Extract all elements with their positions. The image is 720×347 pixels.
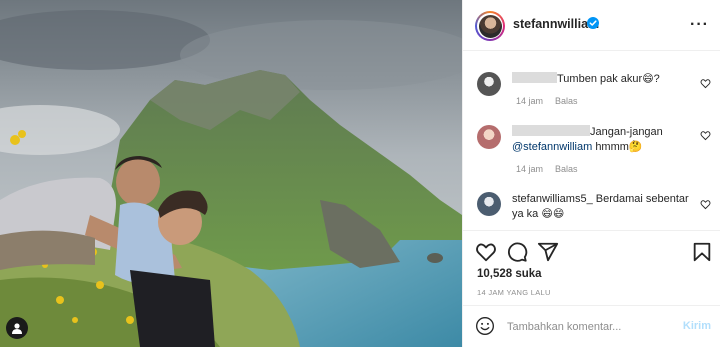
author-avatar[interactable] bbox=[475, 11, 505, 41]
heart-icon[interactable] bbox=[475, 241, 497, 263]
redacted-username bbox=[512, 125, 590, 136]
reply-button[interactable]: Balas bbox=[555, 164, 578, 174]
comment-mention[interactable]: @stefannwilliam bbox=[512, 141, 592, 153]
commenter-avatar[interactable] bbox=[477, 72, 501, 96]
comment-item: Tumben pak akur😄? 14 jam Balas bbox=[477, 72, 717, 112]
photo-scene bbox=[0, 0, 462, 347]
share-icon[interactable] bbox=[537, 241, 559, 263]
comment-text: Tumben pak akur😄? bbox=[557, 73, 660, 85]
commenter-avatar[interactable] bbox=[477, 192, 501, 216]
post-side-panel: stefannwilliam ··· Tumben pak akur😄? 14 … bbox=[462, 0, 720, 347]
redacted-username bbox=[512, 72, 557, 83]
like-count[interactable]: 10,528 suka bbox=[477, 268, 542, 280]
post-comment-button[interactable]: Kirim bbox=[683, 320, 711, 332]
post-photo[interactable] bbox=[0, 0, 462, 347]
reply-button[interactable]: Balas bbox=[555, 96, 578, 106]
comment-meta: 14 jam Balas bbox=[516, 164, 578, 174]
comment-text-block: Tumben pak akur😄? bbox=[512, 72, 690, 87]
verified-badge-icon bbox=[587, 17, 599, 29]
bookmark-icon[interactable] bbox=[691, 241, 713, 263]
comment-time: 14 jam bbox=[516, 164, 544, 174]
comment-icon[interactable] bbox=[506, 241, 528, 263]
comment-text-block: stefanwilliams5_ Berdamai sebentar ya ka… bbox=[512, 192, 690, 222]
add-comment-bar: Kirim bbox=[463, 305, 720, 347]
comment-item: Jangan-jangan @stefannwilliam hmmm🤔 14 j… bbox=[477, 125, 717, 180]
commenter-avatar[interactable] bbox=[477, 125, 501, 149]
comment-text: Jangan-jangan bbox=[590, 126, 663, 138]
comment-like-heart-icon[interactable] bbox=[700, 78, 711, 89]
comment-text-block: Jangan-jangan @stefannwilliam hmmm🤔 bbox=[512, 125, 690, 155]
author-avatar-image bbox=[478, 14, 502, 38]
tagged-people-button[interactable] bbox=[6, 317, 28, 339]
comment-meta: 14 jam Balas bbox=[516, 96, 578, 106]
comment-input[interactable] bbox=[507, 318, 667, 336]
smiley-icon[interactable] bbox=[475, 316, 495, 336]
post-header: stefannwilliam ··· bbox=[463, 0, 720, 51]
comment-text: stefanwilliams5_ Berdamai sebentar ya ka… bbox=[512, 193, 689, 220]
comment-item: stefanwilliams5_ Berdamai sebentar ya ka… bbox=[477, 192, 717, 228]
comment-like-heart-icon[interactable] bbox=[700, 199, 711, 210]
post-actions: 10,528 suka 14 JAM YANG LALU bbox=[463, 230, 720, 305]
person-icon bbox=[12, 323, 22, 334]
more-options-button[interactable]: ··· bbox=[690, 16, 709, 34]
comment-text-after: hmmm🤔 bbox=[595, 141, 643, 153]
post-timestamp[interactable]: 14 JAM YANG LALU bbox=[477, 288, 551, 297]
comment-like-heart-icon[interactable] bbox=[700, 130, 711, 141]
comment-time: 14 jam bbox=[516, 96, 544, 106]
